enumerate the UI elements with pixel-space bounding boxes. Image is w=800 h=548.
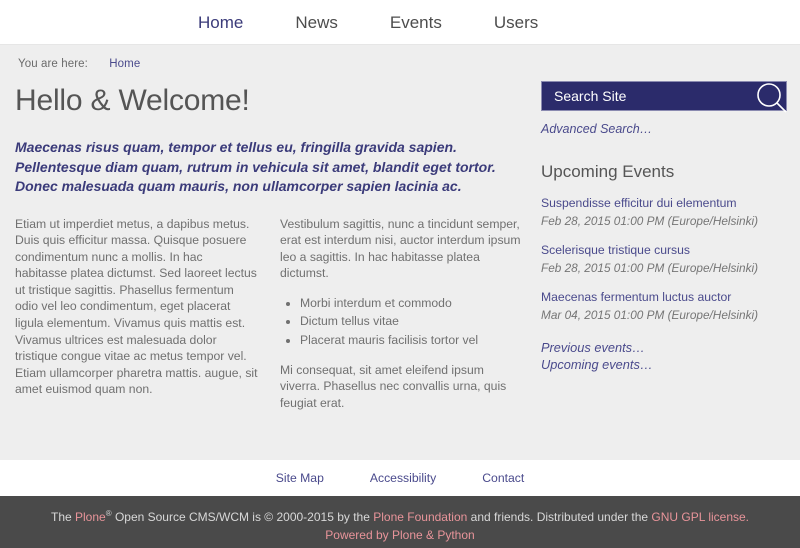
event-date: Feb 28, 2015 01:00 PM (Europe/Helsinki): [541, 214, 759, 228]
footer-text-2: Open Source CMS/WCM is © 2000-2015 by th…: [111, 510, 374, 524]
site-action-accessibility[interactable]: Accessibility: [370, 471, 436, 485]
search-icon[interactable]: [752, 79, 792, 119]
portlet-title-upcoming-events: Upcoming Events: [541, 162, 675, 181]
site-action-contact[interactable]: Contact: [482, 471, 524, 485]
list-item: Dictum tellus vitae: [300, 313, 523, 330]
list-item: Morbi interdum et commodo: [300, 295, 523, 312]
event-list-item: Scelerisque tristique cursus Feb 28, 201…: [541, 243, 787, 276]
body-two-columns: Etiam ut imperdiet metus, a dapibus metu…: [15, 216, 523, 425]
page-description: Maecenas risus quam, tempor et tellus eu…: [15, 139, 496, 194]
footer-link-plone[interactable]: Plone: [75, 510, 106, 524]
breadcrumb: You are here: Home: [0, 45, 800, 70]
nav-item-events[interactable]: Events: [390, 14, 442, 31]
footer-link-plone-foundation[interactable]: Plone Foundation: [373, 510, 467, 524]
body-column-left: Etiam ut imperdiet metus, a dapibus metu…: [15, 216, 258, 425]
sidebar-column: Advanced Search… Upcoming Events Suspend…: [533, 70, 800, 424]
search-input[interactable]: [542, 88, 742, 104]
body-paragraph: Vestibulum sagittis, nunc a tincidunt se…: [280, 216, 521, 281]
site-actions: Site Map Accessibility Contact: [0, 460, 800, 496]
content-columns: Hello & Welcome! Maecenas risus quam, te…: [0, 70, 800, 424]
page-title: Hello & Welcome!: [15, 84, 250, 117]
content-area: You are here: Home Hello & Welcome! Maec…: [0, 45, 800, 460]
portlet-footer-links: Previous events… Upcoming events…: [541, 339, 787, 373]
event-title-link[interactable]: Maecenas fermentum luctus auctor: [541, 290, 787, 305]
body-paragraph: Mi consequat, sit amet eleifend ipsum vi…: [280, 362, 507, 410]
footer-text-1: The: [50, 510, 75, 524]
upcoming-events-link[interactable]: Upcoming events…: [541, 356, 787, 373]
site-footer: The Plone® Open Source CMS/WCM is © 2000…: [0, 496, 800, 548]
breadcrumb-label: You are here:: [18, 58, 88, 70]
breadcrumb-item-home[interactable]: Home: [109, 58, 140, 70]
nav-item-users[interactable]: Users: [494, 14, 538, 31]
footer-link-gnu-gpl[interactable]: GNU GPL license.: [651, 510, 749, 524]
event-date: Mar 04, 2015 01:00 PM (Europe/Helsinki): [541, 308, 759, 322]
footer-text-3: and friends. Distributed under the: [467, 510, 652, 524]
event-list-item: Suspendisse efficitur dui elementum Feb …: [541, 196, 787, 229]
body-bullet-list: Morbi interdum et commodo Dictum tellus …: [284, 295, 523, 349]
footer-copyright-line: The Plone® Open Source CMS/WCM is © 2000…: [0, 505, 800, 526]
main-content-column: Hello & Welcome! Maecenas risus quam, te…: [0, 70, 533, 424]
event-title-link[interactable]: Scelerisque tristique cursus: [541, 243, 787, 258]
nav-item-news[interactable]: News: [295, 14, 338, 31]
list-item: Placerat mauris facilisis tortor vel: [300, 332, 523, 349]
footer-powered-line: Powered by Plone & Python: [0, 526, 800, 544]
event-date: Feb 28, 2015 01:00 PM (Europe/Helsinki): [541, 261, 759, 275]
nav-item-home[interactable]: Home: [198, 14, 243, 31]
footer-link-powered-by[interactable]: Powered by Plone & Python: [325, 528, 474, 542]
body-paragraph: Etiam ut imperdiet metus, a dapibus metu…: [15, 216, 258, 397]
body-column-right: Vestibulum sagittis, nunc a tincidunt se…: [280, 216, 523, 425]
event-list-item: Maecenas fermentum luctus auctor Mar 04,…: [541, 290, 787, 323]
event-title-link[interactable]: Suspendisse efficitur dui elementum: [541, 196, 787, 211]
advanced-search-link[interactable]: Advanced Search…: [541, 122, 787, 136]
global-navigation: Home News Events Users: [0, 0, 800, 45]
page-root: Home News Events Users You are here: Hom…: [0, 0, 800, 548]
previous-events-link[interactable]: Previous events…: [541, 339, 787, 356]
search-box[interactable]: [541, 81, 787, 113]
site-action-site-map[interactable]: Site Map: [276, 471, 324, 485]
